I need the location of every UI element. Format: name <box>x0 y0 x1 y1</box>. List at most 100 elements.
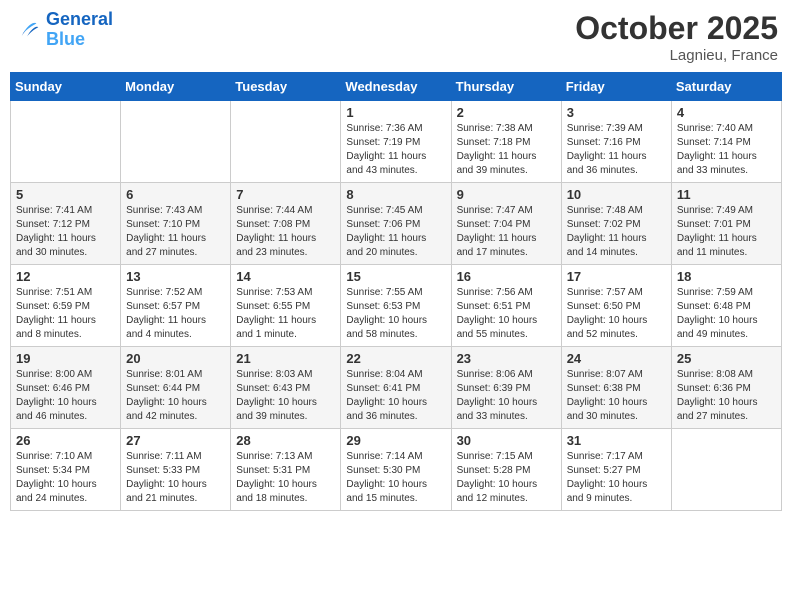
day-info: Sunrise: 7:39 AMSunset: 7:16 PMDaylight:… <box>567 122 666 178</box>
day-info: Sunrise: 7:53 AMSunset: 6:55 PMDaylight:… <box>236 286 335 342</box>
day-number: 24 <box>567 351 666 366</box>
day-info: Sunrise: 7:43 AMSunset: 7:10 PMDaylight:… <box>126 204 225 260</box>
calendar-cell: 9 Sunrise: 7:47 AMSunset: 7:04 PMDayligh… <box>451 183 561 265</box>
calendar-week-row: 5 Sunrise: 7:41 AMSunset: 7:12 PMDayligh… <box>11 183 782 265</box>
calendar-cell: 29 Sunrise: 7:14 AMSunset: 5:30 PMDaylig… <box>341 429 451 511</box>
day-info: Sunrise: 8:01 AMSunset: 6:44 PMDaylight:… <box>126 368 225 424</box>
day-info: Sunrise: 7:11 AMSunset: 5:33 PMDaylight:… <box>126 450 225 506</box>
calendar-cell: 25 Sunrise: 8:08 AMSunset: 6:36 PMDaylig… <box>671 347 781 429</box>
day-number: 15 <box>346 269 445 284</box>
calendar-cell: 26 Sunrise: 7:10 AMSunset: 5:34 PMDaylig… <box>11 429 121 511</box>
day-info: Sunrise: 7:38 AMSunset: 7:18 PMDaylight:… <box>457 122 556 178</box>
day-number: 30 <box>457 433 556 448</box>
day-number: 2 <box>457 105 556 120</box>
calendar-cell: 3 Sunrise: 7:39 AMSunset: 7:16 PMDayligh… <box>561 101 671 183</box>
location: Lagnieu, France <box>575 47 778 64</box>
calendar-cell: 24 Sunrise: 8:07 AMSunset: 6:38 PMDaylig… <box>561 347 671 429</box>
day-number: 23 <box>457 351 556 366</box>
day-info: Sunrise: 7:10 AMSunset: 5:34 PMDaylight:… <box>16 450 115 506</box>
day-info: Sunrise: 8:07 AMSunset: 6:38 PMDaylight:… <box>567 368 666 424</box>
calendar-week-row: 12 Sunrise: 7:51 AMSunset: 6:59 PMDaylig… <box>11 265 782 347</box>
day-info: Sunrise: 7:55 AMSunset: 6:53 PMDaylight:… <box>346 286 445 342</box>
day-info: Sunrise: 7:59 AMSunset: 6:48 PMDaylight:… <box>677 286 776 342</box>
weekday-header: Monday <box>121 73 231 101</box>
day-info: Sunrise: 7:57 AMSunset: 6:50 PMDaylight:… <box>567 286 666 342</box>
calendar-cell: 7 Sunrise: 7:44 AMSunset: 7:08 PMDayligh… <box>231 183 341 265</box>
calendar-cell: 8 Sunrise: 7:45 AMSunset: 7:06 PMDayligh… <box>341 183 451 265</box>
day-number: 1 <box>346 105 445 120</box>
day-info: Sunrise: 7:45 AMSunset: 7:06 PMDaylight:… <box>346 204 445 260</box>
day-number: 4 <box>677 105 776 120</box>
day-info: Sunrise: 8:04 AMSunset: 6:41 PMDaylight:… <box>346 368 445 424</box>
day-number: 3 <box>567 105 666 120</box>
calendar-cell: 5 Sunrise: 7:41 AMSunset: 7:12 PMDayligh… <box>11 183 121 265</box>
weekday-header: Friday <box>561 73 671 101</box>
day-info: Sunrise: 8:03 AMSunset: 6:43 PMDaylight:… <box>236 368 335 424</box>
day-number: 8 <box>346 187 445 202</box>
day-number: 9 <box>457 187 556 202</box>
day-number: 14 <box>236 269 335 284</box>
day-info: Sunrise: 7:49 AMSunset: 7:01 PMDaylight:… <box>677 204 776 260</box>
calendar-cell: 31 Sunrise: 7:17 AMSunset: 5:27 PMDaylig… <box>561 429 671 511</box>
calendar-cell: 17 Sunrise: 7:57 AMSunset: 6:50 PMDaylig… <box>561 265 671 347</box>
day-info: Sunrise: 7:14 AMSunset: 5:30 PMDaylight:… <box>346 450 445 506</box>
day-number: 17 <box>567 269 666 284</box>
day-number: 13 <box>126 269 225 284</box>
day-number: 6 <box>126 187 225 202</box>
day-info: Sunrise: 7:41 AMSunset: 7:12 PMDaylight:… <box>16 204 115 260</box>
weekday-header: Wednesday <box>341 73 451 101</box>
title-section: October 2025 Lagnieu, France <box>575 10 778 64</box>
day-number: 26 <box>16 433 115 448</box>
day-number: 10 <box>567 187 666 202</box>
calendar-cell <box>231 101 341 183</box>
day-info: Sunrise: 7:15 AMSunset: 5:28 PMDaylight:… <box>457 450 556 506</box>
calendar-cell: 22 Sunrise: 8:04 AMSunset: 6:41 PMDaylig… <box>341 347 451 429</box>
calendar-cell: 1 Sunrise: 7:36 AMSunset: 7:19 PMDayligh… <box>341 101 451 183</box>
calendar-cell: 12 Sunrise: 7:51 AMSunset: 6:59 PMDaylig… <box>11 265 121 347</box>
calendar-cell: 28 Sunrise: 7:13 AMSunset: 5:31 PMDaylig… <box>231 429 341 511</box>
calendar-cell: 20 Sunrise: 8:01 AMSunset: 6:44 PMDaylig… <box>121 347 231 429</box>
day-number: 31 <box>567 433 666 448</box>
day-info: Sunrise: 7:52 AMSunset: 6:57 PMDaylight:… <box>126 286 225 342</box>
calendar-cell: 15 Sunrise: 7:55 AMSunset: 6:53 PMDaylig… <box>341 265 451 347</box>
calendar-cell <box>121 101 231 183</box>
logo: General Blue <box>14 10 113 50</box>
calendar-week-row: 1 Sunrise: 7:36 AMSunset: 7:19 PMDayligh… <box>11 101 782 183</box>
weekday-header: Sunday <box>11 73 121 101</box>
day-info: Sunrise: 7:13 AMSunset: 5:31 PMDaylight:… <box>236 450 335 506</box>
calendar-cell: 16 Sunrise: 7:56 AMSunset: 6:51 PMDaylig… <box>451 265 561 347</box>
day-number: 22 <box>346 351 445 366</box>
calendar-week-row: 19 Sunrise: 8:00 AMSunset: 6:46 PMDaylig… <box>11 347 782 429</box>
calendar-cell <box>671 429 781 511</box>
calendar-cell: 11 Sunrise: 7:49 AMSunset: 7:01 PMDaylig… <box>671 183 781 265</box>
weekday-header: Tuesday <box>231 73 341 101</box>
day-number: 7 <box>236 187 335 202</box>
weekday-header-row: SundayMondayTuesdayWednesdayThursdayFrid… <box>11 73 782 101</box>
calendar-cell: 13 Sunrise: 7:52 AMSunset: 6:57 PMDaylig… <box>121 265 231 347</box>
calendar-cell <box>11 101 121 183</box>
day-number: 16 <box>457 269 556 284</box>
day-info: Sunrise: 7:48 AMSunset: 7:02 PMDaylight:… <box>567 204 666 260</box>
day-number: 29 <box>346 433 445 448</box>
calendar-cell: 18 Sunrise: 7:59 AMSunset: 6:48 PMDaylig… <box>671 265 781 347</box>
day-info: Sunrise: 7:47 AMSunset: 7:04 PMDaylight:… <box>457 204 556 260</box>
day-number: 25 <box>677 351 776 366</box>
calendar-cell: 23 Sunrise: 8:06 AMSunset: 6:39 PMDaylig… <box>451 347 561 429</box>
day-number: 12 <box>16 269 115 284</box>
day-number: 11 <box>677 187 776 202</box>
calendar-cell: 6 Sunrise: 7:43 AMSunset: 7:10 PMDayligh… <box>121 183 231 265</box>
day-number: 20 <box>126 351 225 366</box>
month-title: October 2025 <box>575 10 778 47</box>
day-info: Sunrise: 8:00 AMSunset: 6:46 PMDaylight:… <box>16 368 115 424</box>
day-number: 5 <box>16 187 115 202</box>
page-header: General Blue October 2025 Lagnieu, Franc… <box>10 10 782 64</box>
weekday-header: Saturday <box>671 73 781 101</box>
calendar-cell: 30 Sunrise: 7:15 AMSunset: 5:28 PMDaylig… <box>451 429 561 511</box>
day-number: 18 <box>677 269 776 284</box>
day-info: Sunrise: 8:08 AMSunset: 6:36 PMDaylight:… <box>677 368 776 424</box>
calendar-cell: 27 Sunrise: 7:11 AMSunset: 5:33 PMDaylig… <box>121 429 231 511</box>
day-info: Sunrise: 7:36 AMSunset: 7:19 PMDaylight:… <box>346 122 445 178</box>
day-info: Sunrise: 7:56 AMSunset: 6:51 PMDaylight:… <box>457 286 556 342</box>
day-info: Sunrise: 7:51 AMSunset: 6:59 PMDaylight:… <box>16 286 115 342</box>
calendar-cell: 21 Sunrise: 8:03 AMSunset: 6:43 PMDaylig… <box>231 347 341 429</box>
